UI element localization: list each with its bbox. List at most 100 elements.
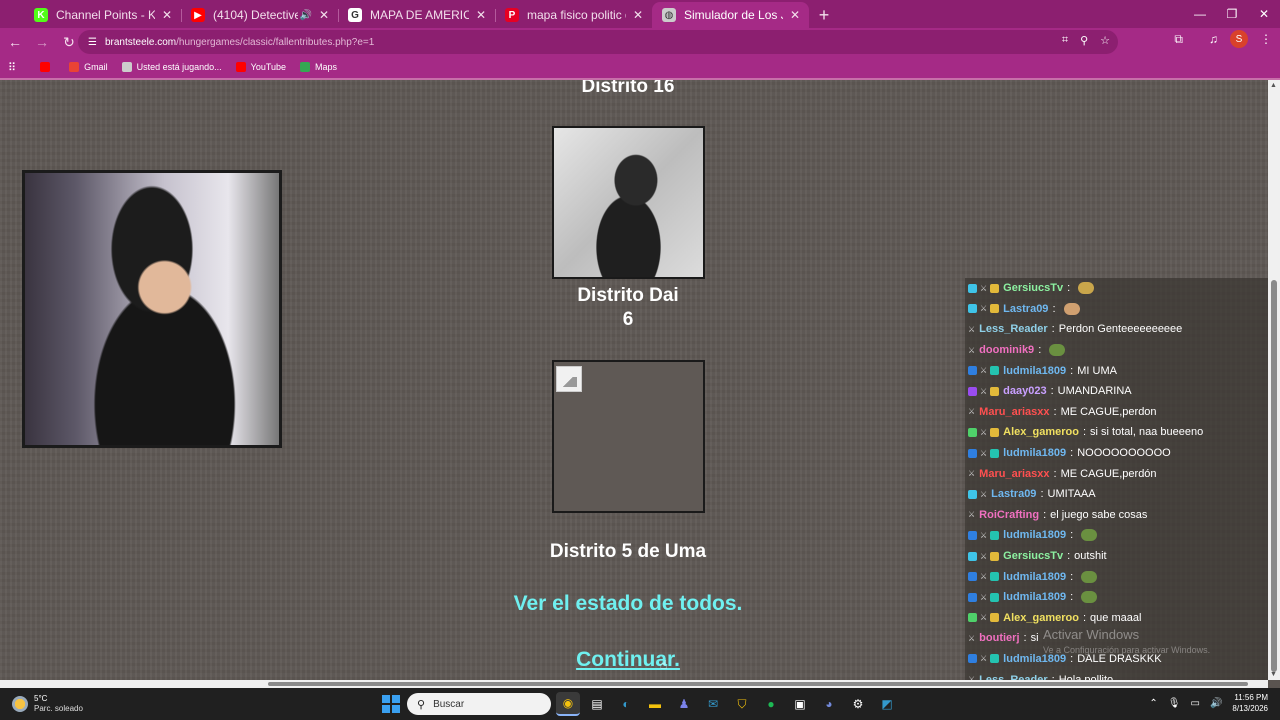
scroll-up-icon[interactable]: ▲ bbox=[1270, 82, 1277, 89]
close-tab-icon[interactable]: ✕ bbox=[473, 8, 489, 22]
chat-username[interactable]: Lastra09 bbox=[991, 488, 1036, 500]
network-icon[interactable]: ▭ bbox=[1191, 698, 1200, 709]
bookmark-item[interactable]: YouTube bbox=[235, 62, 286, 72]
spotify-app-icon[interactable]: ● bbox=[759, 692, 783, 716]
extensions-icon[interactable]: ⧉ bbox=[1174, 32, 1183, 47]
continue-link[interactable]: Continuar. bbox=[478, 648, 778, 672]
chat-message: ⚔ Alex_gameroo: que maaal bbox=[965, 608, 1268, 629]
security-app-icon[interactable]: ⛉ bbox=[730, 692, 754, 716]
page-icon bbox=[121, 62, 132, 72]
weather-widget[interactable]: 5°C Parc. soleado bbox=[12, 694, 83, 714]
maps-icon bbox=[300, 62, 311, 72]
chrome-app-icon[interactable]: ◉ bbox=[556, 692, 580, 716]
menu-icon[interactable]: ⋮ bbox=[1260, 32, 1272, 46]
settings-app-icon[interactable]: ⚙ bbox=[846, 692, 870, 716]
chat-username[interactable]: doominik9 bbox=[979, 344, 1034, 356]
chat-username[interactable]: RoiCrafting bbox=[979, 509, 1039, 521]
profile-avatar[interactable]: S bbox=[1230, 30, 1248, 48]
chat-username[interactable]: Maru_ariasxx bbox=[979, 406, 1049, 418]
edge-app-icon[interactable]: ◐ bbox=[614, 692, 638, 716]
epic-app-icon[interactable]: ▣ bbox=[788, 692, 812, 716]
temperature: 5°C bbox=[34, 694, 48, 703]
sword-badge-icon: ⚔ bbox=[968, 510, 976, 520]
discord-app-icon[interactable]: ◕ bbox=[817, 692, 841, 716]
scroll-down-icon[interactable]: ▼ bbox=[1270, 671, 1277, 678]
chat-username[interactable]: ludmila1809 bbox=[1003, 591, 1066, 603]
address-bar[interactable]: ☰ brantsteele.com/hungergames/classic/fa… bbox=[78, 30, 1118, 54]
chat-badges: ⚔ bbox=[968, 366, 1000, 376]
bookmark-item[interactable]: Usted está jugando... bbox=[121, 62, 222, 72]
chat-username[interactable]: Maru_ariasxx bbox=[979, 468, 1049, 480]
bookmark-item[interactable] bbox=[40, 62, 55, 72]
chat-username[interactable]: daay023 bbox=[1003, 385, 1046, 397]
chat-username[interactable]: Alex_gameroo bbox=[1003, 612, 1079, 624]
sword-badge-icon: ⚔ bbox=[980, 427, 988, 437]
tab-3[interactable]: G MAPA DE AMERICA - Buscar co ✕ bbox=[338, 2, 495, 28]
apps-grid-icon[interactable]: ⠿ bbox=[8, 61, 16, 74]
clock[interactable]: 11:56 PM 8/13/2026 bbox=[1232, 692, 1268, 714]
teams-app-icon[interactable]: ♟ bbox=[672, 692, 696, 716]
chat-username[interactable]: boutierj bbox=[979, 632, 1019, 644]
tab-2[interactable]: ▶ (4104) Detective Backgroun🔊 ✕ bbox=[181, 2, 338, 28]
chat-username[interactable]: ludmila1809 bbox=[1003, 447, 1066, 459]
forward-icon[interactable]: → bbox=[30, 30, 54, 54]
bookmark-item[interactable]: Gmail bbox=[69, 62, 108, 72]
chat-badge-icon bbox=[990, 427, 1000, 437]
tab-4[interactable]: Pmapa fisico politic del continen ✕ bbox=[495, 2, 652, 28]
new-tab-button[interactable]: + bbox=[811, 2, 837, 28]
chat-message: ⚔ RoiCrafting: el juego sabe cosas bbox=[965, 505, 1268, 526]
chat-message: ⚔ Lastra09: bbox=[965, 299, 1268, 320]
vertical-scroll-thumb[interactable] bbox=[1271, 280, 1277, 672]
close-tab-icon[interactable]: ✕ bbox=[787, 8, 803, 22]
sword-badge-icon: ⚔ bbox=[980, 654, 988, 664]
horizontal-scrollbar[interactable] bbox=[0, 680, 1268, 688]
chat-badges: ⚔ bbox=[968, 283, 1000, 293]
chat-username[interactable]: ludmila1809 bbox=[1003, 571, 1066, 583]
tray-chevron-icon[interactable]: ⌃ bbox=[1149, 698, 1157, 709]
globe-icon: ◍ bbox=[662, 8, 676, 22]
tab-1[interactable]: K Channel Points - Kick Dashboa ✕ bbox=[24, 2, 181, 28]
explorer-app-icon[interactable]: ▬ bbox=[643, 692, 667, 716]
close-tab-icon[interactable]: ✕ bbox=[316, 8, 332, 22]
restore-icon[interactable]: ❐ bbox=[1216, 0, 1248, 28]
chat-username[interactable]: ludmila1809 bbox=[1003, 365, 1066, 377]
view-status-link[interactable]: Ver el estado de todos. bbox=[400, 592, 856, 616]
start-button[interactable] bbox=[380, 693, 402, 715]
close-tab-icon[interactable]: ✕ bbox=[159, 8, 175, 22]
volume-icon[interactable]: 🔊 bbox=[1210, 698, 1222, 709]
chat-username[interactable]: Alex_gameroo bbox=[1003, 426, 1079, 438]
chat-badge-icon bbox=[968, 386, 977, 396]
chat-separator: : bbox=[1082, 426, 1087, 439]
close-window-icon[interactable]: ✕ bbox=[1248, 0, 1280, 28]
chat-username[interactable]: Lastra09 bbox=[1003, 303, 1048, 315]
taskbar-search[interactable]: ⚲ Buscar bbox=[407, 693, 551, 715]
chat-username[interactable]: GersiucsTv bbox=[1003, 550, 1063, 562]
tab-5[interactable]: ◍ Simulador de Los Juegos del H ✕ bbox=[652, 2, 809, 28]
store-app-icon[interactable]: ▤ bbox=[585, 692, 609, 716]
tab-audio-icon[interactable]: 🔊 bbox=[300, 10, 312, 21]
zoom-icon[interactable]: ⚲ bbox=[1080, 34, 1088, 47]
translate-icon[interactable]: ⌗ bbox=[1062, 34, 1068, 47]
site-info-icon[interactable]: ☰ bbox=[88, 37, 97, 48]
page-content: Distrito 16 Distrito Dai 6 Distrito 5 de… bbox=[0, 80, 1268, 680]
close-tab-icon[interactable]: ✕ bbox=[630, 8, 646, 22]
bookmark-star-icon[interactable]: ☆ bbox=[1100, 34, 1110, 47]
chat-message: ⚔ ludmila1809: bbox=[965, 525, 1268, 546]
tab-strip: K Channel Points - Kick Dashboa ✕ ▶ (4104) D… bbox=[0, 0, 1280, 28]
gmail-icon bbox=[69, 62, 80, 72]
vertical-scrollbar[interactable]: ▲ ▼ bbox=[1268, 80, 1280, 680]
bookmark-item[interactable]: Maps bbox=[300, 62, 337, 72]
sword-badge-icon: ⚔ bbox=[980, 366, 988, 376]
mail-app-icon[interactable]: ✉ bbox=[701, 692, 725, 716]
minimize-icon[interactable]: — bbox=[1184, 0, 1216, 28]
obs-app-icon[interactable]: ◩ bbox=[875, 692, 899, 716]
chat-username[interactable]: Less_Reader bbox=[979, 323, 1048, 335]
chat-username[interactable]: ludmila1809 bbox=[1003, 529, 1066, 541]
chat-badges: ⚔ bbox=[968, 427, 1000, 437]
media-icon[interactable]: ♫ bbox=[1209, 32, 1218, 46]
microphone-icon[interactable]: 🎙 bbox=[1168, 698, 1181, 709]
back-icon[interactable]: ← bbox=[3, 30, 27, 54]
horizontal-scroll-thumb[interactable] bbox=[268, 682, 1248, 686]
chat-message: ⚔ GersiucsTv: outshit bbox=[965, 546, 1268, 567]
chat-username[interactable]: GersiucsTv bbox=[1003, 282, 1063, 294]
